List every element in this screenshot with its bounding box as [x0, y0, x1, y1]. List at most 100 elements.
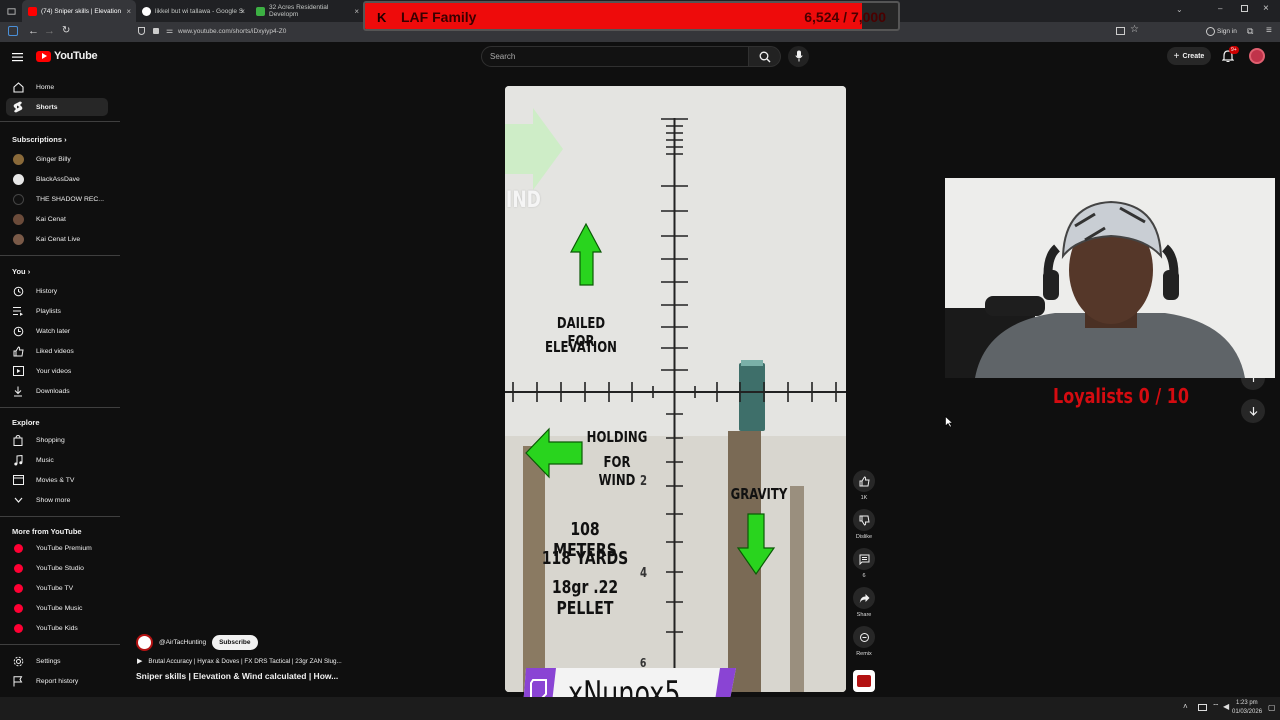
wooden-post	[790, 486, 804, 692]
browser-tab-youtube[interactable]: (74) Sniper skills | Elevation ×	[22, 0, 136, 22]
browser-menu-icon[interactable]: ≡	[1266, 25, 1272, 36]
clock-date[interactable]: 01/03/2026	[1232, 709, 1262, 715]
url-text[interactable]: www.youtube.com/shorts/iDxyiyp4-Z0	[178, 28, 286, 35]
video-title[interactable]: Sniper skills | Elevation & Wind calcula…	[136, 671, 338, 681]
sidebar-sub-kai-cenat-live[interactable]: Kai Cenat Live	[6, 230, 108, 248]
minimize-window-button[interactable]: –	[1218, 4, 1222, 13]
subscriptions-title: Subscriptions	[12, 135, 63, 144]
dislike-button[interactable]: Dislike	[853, 509, 875, 540]
tray-monitor-icon[interactable]	[1198, 704, 1207, 711]
reload-icon[interactable]: ↻	[62, 25, 70, 36]
sign-in-link[interactable]: Sign in	[1217, 28, 1237, 35]
tab-title: (74) Sniper skills | Elevation	[41, 7, 122, 15]
share-button[interactable]: Share	[853, 587, 875, 618]
account-avatar[interactable]	[1249, 48, 1265, 64]
playlist-link[interactable]: ▶ Brutal Accuracy | Hyrax & Doves | FX D…	[137, 657, 342, 666]
like-button[interactable]: 1K	[853, 470, 875, 501]
sidebar-item-report-history[interactable]: Report history	[6, 672, 108, 690]
sidebar-item-label: YouTube Kids	[36, 624, 78, 632]
forward-arrow-icon[interactable]: →	[44, 25, 55, 37]
search-input[interactable]: Search	[481, 46, 749, 67]
tab-actions-icon[interactable]	[0, 0, 22, 22]
sidebar-sub-blackassdave[interactable]: BlackAssDave	[6, 170, 108, 188]
create-button[interactable]: + Create	[1167, 47, 1211, 65]
sidebar-divider	[0, 516, 120, 517]
channel-avatar[interactable]	[136, 634, 153, 651]
close-window-button[interactable]: ×	[1263, 3, 1269, 14]
shield-icon[interactable]	[138, 27, 145, 35]
home-icon	[12, 81, 24, 93]
search-button[interactable]	[749, 46, 781, 67]
extensions-icon[interactable]: ⧉	[1247, 26, 1253, 37]
shorts-video-player[interactable]: IND DAILED FOR ELEVATION HOLDING FOR WIN…	[505, 86, 846, 692]
sidebar-item-liked-videos[interactable]: Liked videos	[6, 342, 108, 360]
goal-name: LAF Family	[401, 9, 477, 25]
tab-title: 32 Acres Residential Developm	[269, 4, 329, 18]
sidebar-item-history[interactable]: History	[6, 282, 108, 300]
sidebar-item-shorts[interactable]: Shorts	[6, 98, 108, 116]
clock-time[interactable]: 1:23 pm	[1236, 700, 1258, 706]
youtube-logo[interactable]: YouTube	[36, 50, 98, 62]
thumbs-down-icon	[859, 515, 870, 526]
voice-search-button[interactable]	[788, 46, 809, 67]
subscribe-button[interactable]: Subscribe	[212, 635, 258, 650]
guide-menu-icon[interactable]	[12, 52, 23, 62]
close-tab-icon[interactable]: ×	[126, 7, 131, 16]
sidebar-item-label: Playlists	[36, 307, 61, 315]
shorts-icon	[12, 101, 24, 113]
next-short-button[interactable]	[1241, 399, 1265, 423]
sidebar-item-label: BlackAssDave	[36, 175, 80, 183]
close-tab-icon[interactable]: ×	[354, 7, 359, 16]
browser-tab-google[interactable]: likkel but wi tallawa - Google S ×	[136, 0, 250, 22]
sidebar-item-youtube-premium[interactable]: YouTube Premium	[6, 539, 108, 557]
sidebar-item-youtube-studio[interactable]: YouTube Studio	[6, 559, 108, 577]
notifications-button[interactable]: 9+	[1222, 46, 1239, 63]
history-icon	[12, 285, 24, 297]
sidebar-item-youtube-music[interactable]: YouTube Music	[6, 599, 108, 617]
youtube-favicon-icon	[28, 6, 37, 16]
sidebar-item-youtube-tv[interactable]: YouTube TV	[6, 579, 108, 597]
reader-view-icon[interactable]	[1116, 27, 1125, 35]
volume-icon[interactable]: ◀	[1223, 702, 1229, 711]
sidebar-item-playlists[interactable]: Playlists	[6, 302, 108, 320]
page-settings-icon[interactable]: ⚌	[166, 26, 173, 35]
sidebar-item-movies-tv[interactable]: Movies & TV	[6, 471, 108, 489]
sidebar-sub-kai-cenat[interactable]: Kai Cenat	[6, 210, 108, 228]
sidebar-toggle-icon[interactable]	[8, 26, 18, 36]
channel-handle[interactable]: @AirTacHunting	[159, 639, 206, 646]
you-heading[interactable]: You ›	[12, 267, 30, 276]
remix-button[interactable]: Remix	[853, 626, 875, 657]
back-arrow-icon[interactable]: ←	[28, 25, 39, 37]
comment-count: 6	[862, 573, 866, 579]
tab-list-chevron-icon[interactable]: ⌄	[1176, 5, 1183, 14]
sidebar-item-show-more[interactable]: Show more	[6, 491, 108, 509]
sidebar-item-settings[interactable]: Settings	[6, 652, 108, 670]
elevation-label-line2: ELEVATION	[545, 338, 617, 356]
sidebar-sub-ginger-billy[interactable]: Ginger Billy	[6, 150, 108, 168]
sidebar-item-watch-later[interactable]: Watch later	[6, 322, 108, 340]
channel-avatar	[12, 233, 24, 245]
sidebar-item-downloads[interactable]: Downloads	[6, 382, 108, 400]
settings-icon	[12, 655, 24, 667]
subscriptions-heading[interactable]: Subscriptions ›	[12, 135, 67, 144]
comments-button[interactable]: 6	[853, 548, 875, 579]
sidebar-item-label: YouTube Premium	[36, 544, 92, 552]
sidebar-item-music[interactable]: Music	[6, 451, 108, 469]
sidebar-item-label: YouTube Studio	[36, 564, 84, 572]
network-icon[interactable]: ⌔	[1212, 702, 1220, 712]
sidebar-item-home[interactable]: Home	[6, 78, 108, 96]
wind-hold-label-line1: HOLDING	[586, 428, 648, 446]
notification-center-icon[interactable]: ▢	[1268, 703, 1276, 712]
close-tab-icon[interactable]: ×	[240, 7, 245, 16]
browser-tab-acres[interactable]: 32 Acres Residential Developm ×	[250, 0, 364, 22]
sidebar-item-shopping[interactable]: Shopping	[6, 431, 108, 449]
sidebar-item-youtube-kids[interactable]: YouTube Kids	[6, 619, 108, 637]
sidebar-sub-shadow-rec[interactable]: THE SHADOW REC...	[6, 190, 108, 208]
sound-channel-thumbnail[interactable]	[853, 670, 875, 692]
account-icon[interactable]	[1206, 27, 1215, 36]
maximize-window-button[interactable]	[1241, 5, 1248, 12]
lock-icon[interactable]	[153, 28, 159, 34]
bookmark-star-icon[interactable]: ☆	[1130, 24, 1139, 35]
tray-chevron-up-icon[interactable]: ˄	[1183, 702, 1188, 711]
sidebar-item-your-videos[interactable]: Your videos	[6, 362, 108, 380]
